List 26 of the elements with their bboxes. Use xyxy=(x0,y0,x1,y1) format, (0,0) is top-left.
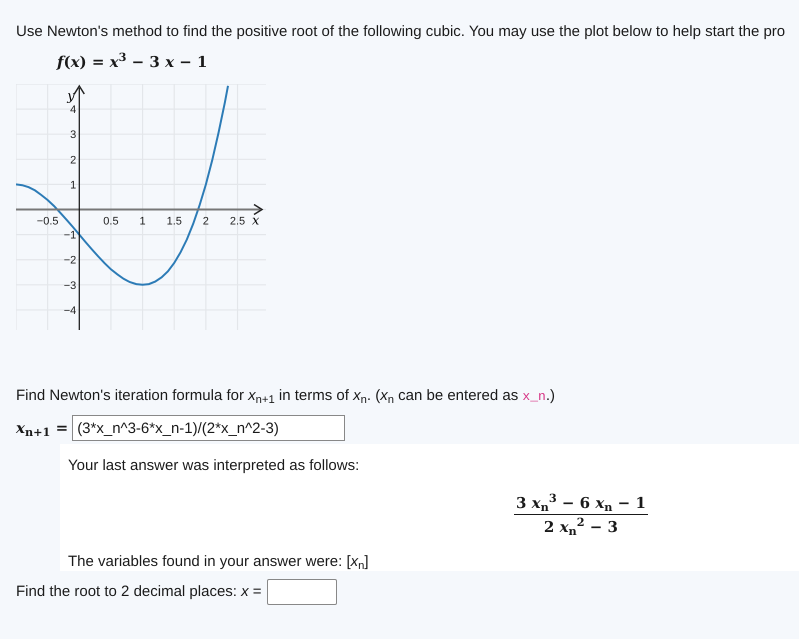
fraction-formula: 3 x$_{n}$$^{3}$ − 6 x$_{n}$ − 1 2 x$_{n}$$^{2}$ − 3 xyxy=(514,492,648,539)
root-label: Find the root to 2 decimal places: x = xyxy=(16,582,262,602)
function-formula: f(x) = x$^{3}$ − 3 x − 1 xyxy=(57,52,208,72)
y-tick-label: 4 xyxy=(70,104,76,116)
x-tick-label: 1.5 xyxy=(166,216,182,228)
x-tick-label: 2.5 xyxy=(230,216,246,228)
answer-input[interactable]: (3*x_n^3-6*x_n-1)/(2*x_n^2-3) xyxy=(72,415,346,441)
answer-label: x$_{n+1}$ = xyxy=(16,418,68,440)
question-text: Find Newton's iteration formula for x$_{n+1}$ in terms of x$_{n}$. (x$_{n}$ can be entered as x_n.) xyxy=(16,386,555,407)
feedback-text: Your last answer was interpreted as follows: xyxy=(68,456,360,476)
question-text: Use Newton's method to find the positive root of the following cubic. You may use the plot below to help start the pro xyxy=(16,22,786,42)
root-input[interactable] xyxy=(266,579,337,605)
x-tick-label: 1 xyxy=(140,216,146,228)
x-axis-label: x xyxy=(252,214,260,228)
y-tick-label: −1 xyxy=(64,230,76,242)
y-axis-label: y xyxy=(67,89,75,104)
y-tick-label: 2 xyxy=(70,154,76,166)
y-tick-label: −3 xyxy=(64,280,76,292)
x-tick-label: −0.5 xyxy=(36,216,58,228)
x-tick-label: 0.5 xyxy=(103,216,119,228)
variables-text: The variables found in your answer were: [x$_{n}$] xyxy=(68,552,369,572)
y-tick-label: −4 xyxy=(64,304,76,317)
y-tick-label: 1 xyxy=(70,179,76,192)
y-tick-label: −2 xyxy=(64,254,76,267)
x-tick-label: 2 xyxy=(202,216,209,228)
y-tick-label: 3 xyxy=(70,129,76,142)
